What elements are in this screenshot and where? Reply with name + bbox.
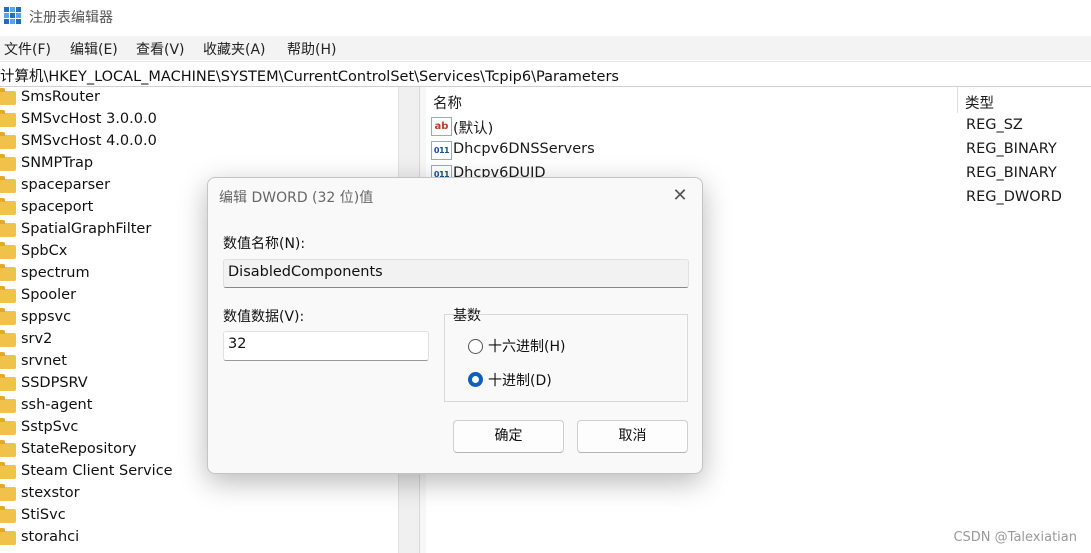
tree-item-label: Spooler	[21, 287, 77, 303]
folder-icon	[0, 198, 16, 215]
tree-item-label: SstpSvc	[21, 419, 79, 435]
value-data-input[interactable]: 32	[223, 331, 429, 361]
column-divider[interactable]	[957, 87, 958, 113]
watermark: CSDN @Talexiatian	[953, 530, 1077, 545]
decimal-radio-label[interactable]: 十进制(D)	[488, 370, 552, 390]
tree-item-label: spaceparser	[21, 177, 111, 193]
tree-item-label: SNMPTrap	[21, 155, 94, 171]
value-row[interactable]: ab (默认) REG_SZ	[426, 114, 1091, 138]
tree-item-label: spaceport	[21, 199, 94, 215]
tree-item-label: ssh-agent	[21, 397, 93, 413]
title-bar: 注册表编辑器	[0, 0, 1091, 34]
cancel-button[interactable]: 取消	[577, 420, 688, 453]
tree-item-label: StiSvc	[21, 507, 66, 523]
folder-icon	[0, 528, 16, 545]
folder-icon	[0, 308, 16, 325]
folder-icon	[0, 242, 16, 259]
tree-item-label: SmsRouter	[21, 89, 100, 105]
address-path[interactable]: 计算机\HKEY_LOCAL_MACHINE\SYSTEM\CurrentCon…	[0, 65, 619, 86]
value-name: Dhcpv6DNSServers	[453, 141, 595, 157]
folder-icon	[0, 132, 16, 149]
value-type: REG_BINARY	[966, 141, 1057, 157]
folder-icon	[0, 264, 16, 281]
folder-icon	[0, 330, 16, 347]
tree-item-label: SMSvcHost 3.0.0.0	[21, 111, 157, 127]
folder-icon	[0, 352, 16, 369]
menu-view[interactable]: 查看(V)	[136, 39, 185, 59]
hex-radio-label[interactable]: 十六进制(H)	[488, 336, 565, 356]
folder-icon	[0, 440, 16, 457]
tree-item-label: srv2	[21, 331, 53, 347]
folder-icon	[0, 220, 16, 237]
tree-item-label: SMSvcHost 4.0.0.0	[21, 133, 157, 149]
base-group: 十六进制(H) 十进制(D)	[444, 314, 688, 402]
menu-favorites[interactable]: 收藏夹(A)	[203, 39, 266, 59]
folder-icon	[0, 418, 16, 435]
tree-item-label: SpbCx	[21, 243, 68, 259]
list-header: 名称 类型	[426, 87, 1091, 113]
value-name: (默认)	[453, 121, 494, 137]
folder-icon	[0, 286, 16, 303]
value-data-text[interactable]: 32	[228, 336, 246, 352]
close-icon[interactable]: ✕	[669, 185, 691, 207]
value-type: REG_DWORD	[966, 189, 1062, 205]
folder-icon	[0, 176, 16, 193]
decimal-radio[interactable]	[468, 372, 483, 387]
folder-icon	[0, 462, 16, 479]
tree-item-label: Steam Client Service	[21, 463, 173, 479]
menu-edit[interactable]: 编辑(E)	[70, 39, 118, 59]
folder-icon	[0, 154, 16, 171]
window-title: 注册表编辑器	[29, 10, 113, 26]
column-header-name[interactable]: 名称	[433, 92, 462, 113]
value-type: REG_SZ	[966, 117, 1023, 133]
value-row[interactable]: 011 Dhcpv6DNSServers REG_BINARY	[426, 138, 1091, 162]
folder-icon	[0, 484, 16, 501]
tree-item-label: srvnet	[21, 353, 67, 369]
column-header-type[interactable]: 类型	[965, 92, 994, 113]
value-name-text: DisabledComponents	[228, 264, 383, 280]
folder-icon	[0, 506, 16, 523]
folder-icon	[0, 374, 16, 391]
tree-item-label: SSDPSRV	[21, 375, 88, 391]
hex-radio[interactable]	[468, 339, 483, 354]
menu-help[interactable]: 帮助(H)	[287, 39, 336, 59]
folder-icon	[0, 110, 16, 127]
binary-value-icon: 011	[431, 141, 452, 160]
tree-item-label: StateRepository	[21, 441, 137, 457]
value-type: REG_BINARY	[966, 165, 1057, 181]
value-name-field: DisabledComponents	[223, 259, 689, 288]
menu-file[interactable]: 文件(F)	[4, 39, 51, 59]
menu-bar: 文件(F) 编辑(E) 查看(V) 收藏夹(A) 帮助(H)	[0, 36, 1091, 60]
string-value-icon: ab	[431, 117, 452, 136]
tree-item-label: spectrum	[21, 265, 90, 281]
registry-editor-icon	[4, 7, 22, 25]
ok-button[interactable]: 确定	[453, 420, 564, 453]
folder-icon	[0, 396, 16, 413]
tree-item-label: storahci	[21, 529, 80, 545]
tree-item-label: sppsvc	[21, 309, 72, 325]
dialog-title: 编辑 DWORD (32 位)值	[219, 190, 374, 206]
value-data-label: 数值数据(V):	[223, 309, 305, 325]
folder-icon	[0, 88, 16, 105]
edit-dword-dialog: 编辑 DWORD (32 位)值 ✕ 数值名称(N): DisabledComp…	[207, 177, 703, 474]
tree-item-label: SpatialGraphFilter	[21, 221, 152, 237]
value-name-label: 数值名称(N):	[223, 236, 306, 252]
address-bar[interactable]: 计算机\HKEY_LOCAL_MACHINE\SYSTEM\CurrentCon…	[0, 61, 1091, 87]
tree-item-label: stexstor	[21, 485, 80, 501]
